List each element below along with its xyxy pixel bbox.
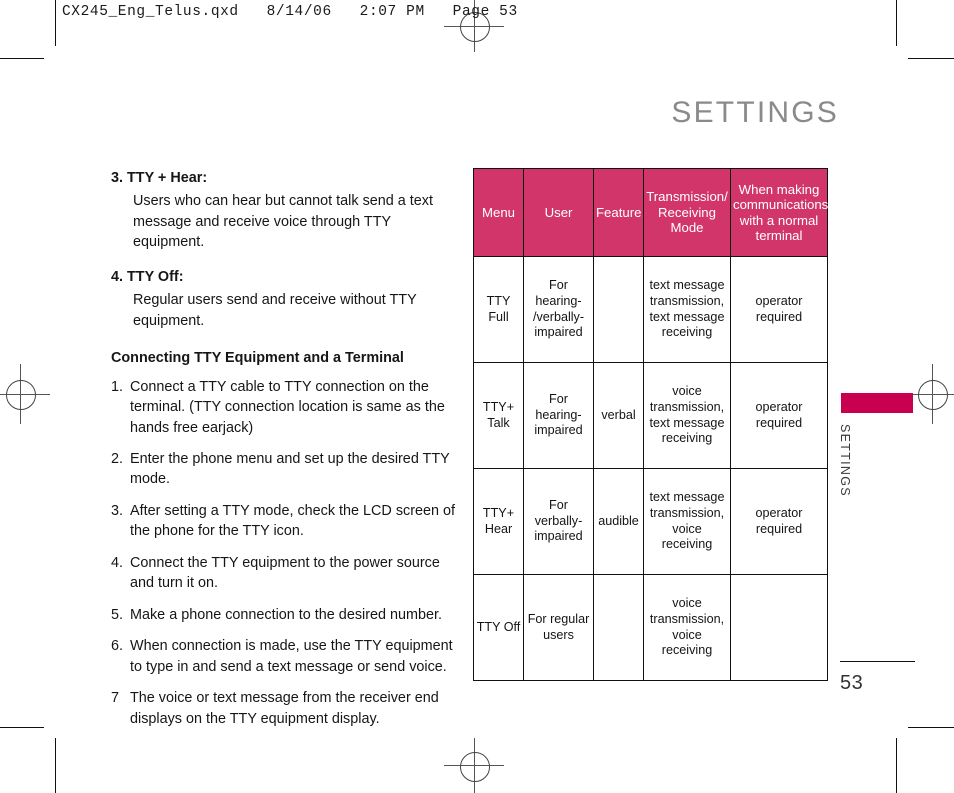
registration-mark-ring: [460, 751, 490, 782]
list-item: 1. Connect a TTY cable to TTY connection…: [111, 377, 456, 438]
cell-user: For regular users: [523, 574, 594, 681]
table-row: TTY Off For regular users voice transmis…: [473, 574, 828, 681]
step-number: 2.: [111, 450, 124, 467]
cell-mode: text message transmission, text message …: [643, 256, 731, 363]
step-text: When connection is made, use the TTY equ…: [130, 638, 453, 675]
step-number: 3.: [111, 502, 124, 519]
cell-feature: audible: [593, 468, 644, 575]
body-text-column: 3. TTY + Hear: Users who can hear but ca…: [111, 168, 456, 740]
section-heading-connecting-tty: Connecting TTY Equipment and a Terminal: [111, 350, 404, 367]
step-text: Make a phone connection to the desired n…: [130, 606, 443, 623]
list-item-heading-tty-hear: 3. TTY + Hear:: [111, 170, 208, 186]
cell-mode: voice transmission, text message receivi…: [643, 362, 731, 469]
column-header-transmission-receiving-mode: Transmission/ Receiving Mode: [643, 168, 731, 257]
column-header-feature: Feature: [593, 168, 644, 257]
cell-menu: TTY Full: [473, 256, 524, 363]
registration-mark-left-middle: [0, 364, 50, 424]
crop-mark-top-right-vertical: [896, 0, 897, 46]
column-header-user: User: [523, 168, 594, 257]
step-text: The voice or text message from the recei…: [130, 690, 439, 727]
crop-mark-bottom-left-horizontal: [0, 727, 44, 728]
crop-mark-bottom-left-vertical: [55, 738, 56, 793]
cell-menu: TTY+ Hear: [473, 468, 524, 575]
list-item: 6. When connection is made, use the TTY …: [111, 636, 456, 677]
list-item-body-tty-off: Regular users send and receive without T…: [133, 292, 417, 329]
section-thumb-tab: [841, 393, 913, 413]
cell-normal: operator required: [730, 468, 828, 575]
cell-feature: [593, 256, 644, 363]
instruction-step-list: 1. Connect a TTY cable to TTY connection…: [111, 377, 456, 729]
list-item: 7 The voice or text message from the rec…: [111, 688, 456, 729]
table-header-row: Menu User Feature Transmission/ Receivin…: [473, 168, 828, 257]
section-thumb-tab-label: SETTINGS: [838, 424, 852, 497]
page-number: 53: [840, 672, 864, 694]
cell-normal: operator required: [730, 362, 828, 469]
crop-mark-bottom-right-vertical: [896, 738, 897, 793]
cell-menu: TTY Off: [473, 574, 524, 681]
step-number: 1.: [111, 378, 124, 395]
step-text: Enter the phone menu and set up the desi…: [130, 450, 450, 488]
cell-feature: [593, 574, 644, 681]
crop-mark-top-left-horizontal: [0, 58, 44, 59]
cell-mode: text message transmission, voice receivi…: [643, 468, 731, 575]
cell-user: For hearing- /verbally- impaired: [523, 256, 594, 363]
list-item: 4. Connect the TTY equipment to the powe…: [111, 553, 456, 594]
prepress-header-line: CX245_Eng_Telus.qxd 8/14/06 2:07 PM Page…: [62, 4, 518, 20]
crop-mark-top-right-horizontal: [908, 58, 954, 59]
step-text: After setting a TTY mode, check the LCD …: [130, 502, 456, 540]
step-text: Connect a TTY cable to TTY connection on…: [130, 378, 445, 436]
step-number: 6.: [111, 638, 124, 655]
cell-user: For hearing- impaired: [523, 362, 594, 469]
tty-modes-table: Menu User Feature Transmission/ Receivin…: [473, 168, 828, 681]
step-number: 7: [111, 690, 120, 707]
cell-mode: voice transmission, voice receiving: [643, 574, 731, 681]
list-item: 3. After setting a TTY mode, check the L…: [111, 501, 456, 542]
table-row: TTY Full For hearing- /verbally- impaire…: [473, 256, 828, 363]
registration-mark-bottom-center: [444, 738, 504, 793]
step-number: 4.: [111, 554, 124, 571]
table-row: TTY+ Hear For verbally- impaired audible…: [473, 468, 828, 575]
page-title: SETTINGS: [671, 96, 839, 129]
cell-normal: [730, 574, 828, 681]
step-number: 5.: [111, 606, 124, 623]
registration-mark-ring: [918, 380, 948, 410]
table-row: TTY+ Talk For hearing- impaired verbal v…: [473, 362, 828, 469]
list-item: 2. Enter the phone menu and set up the d…: [111, 449, 456, 490]
cell-normal: operator required: [730, 256, 828, 363]
list-item-body-tty-hear: Users who can hear but cannot talk send …: [133, 193, 433, 251]
list-item-heading-tty-off: 4. TTY Off:: [111, 268, 184, 285]
crop-mark-top-left-vertical: [55, 0, 56, 46]
cell-user: For verbally- impaired: [523, 468, 594, 575]
list-item: 5. Make a phone connection to the desire…: [111, 605, 456, 625]
crop-mark-bottom-right-horizontal: [908, 727, 954, 728]
folio-rule: [840, 661, 915, 663]
column-header-menu: Menu: [473, 168, 524, 257]
registration-mark-ring: [6, 380, 36, 410]
step-text: Connect the TTY equipment to the power s…: [130, 554, 440, 592]
cell-menu: TTY+ Talk: [473, 362, 524, 469]
column-header-normal-terminal: When making communications with a normal…: [730, 168, 828, 257]
cell-feature: verbal: [593, 362, 644, 469]
